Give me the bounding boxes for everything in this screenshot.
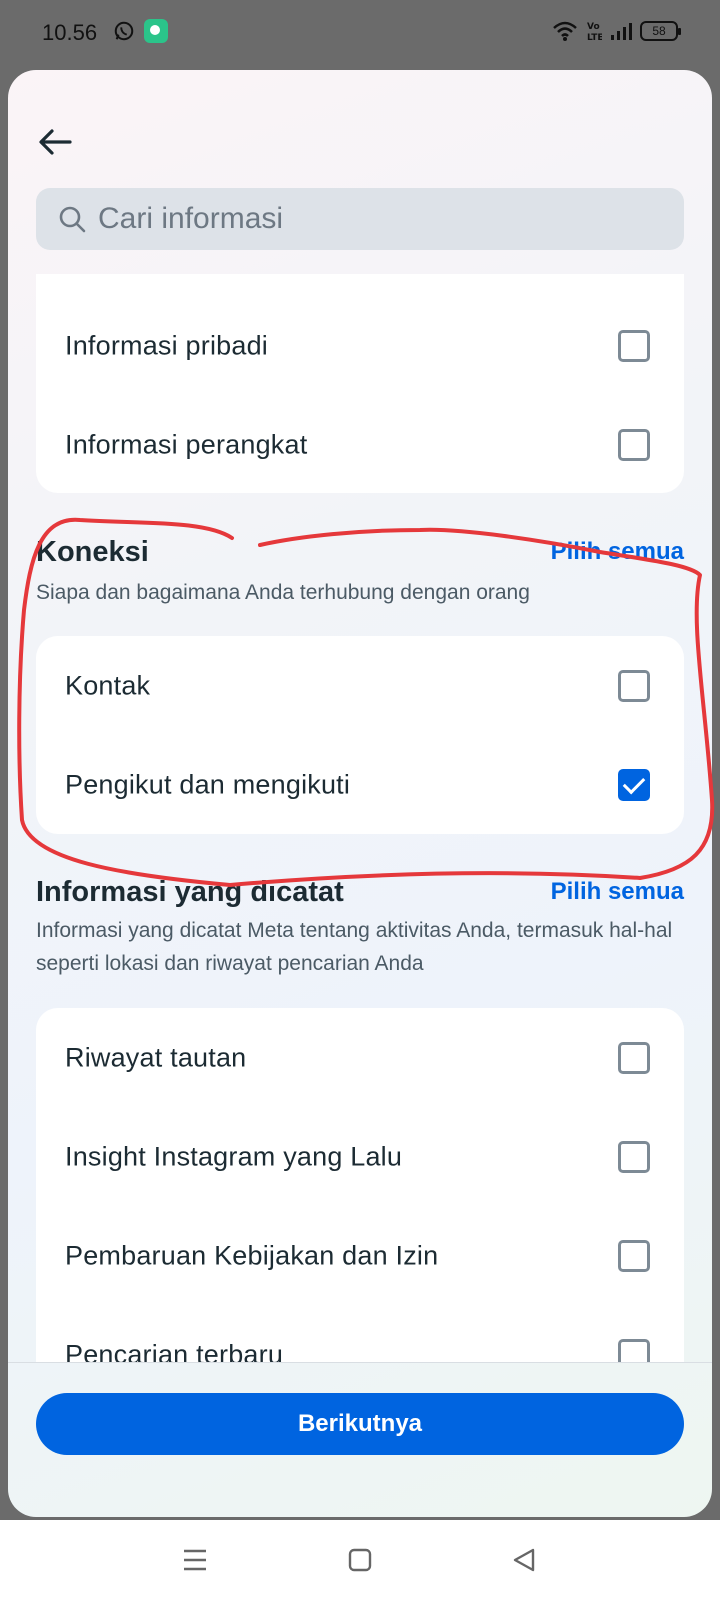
- logged-info-card: Riwayat tautan Insight Instagram yang La…: [36, 1008, 684, 1362]
- checkbox[interactable]: [618, 1240, 650, 1272]
- home-icon[interactable]: [340, 1542, 380, 1578]
- search-icon: [59, 206, 86, 233]
- checkbox[interactable]: [618, 1141, 650, 1173]
- checkbox[interactable]: [618, 330, 650, 362]
- signal-icon: [611, 23, 632, 40]
- app-notification-icon: [144, 19, 168, 43]
- search-input[interactable]: Cari informasi: [36, 188, 684, 250]
- personal-info-card: Informasi pribadi Informasi perangkat: [36, 274, 684, 493]
- svg-text:Vo: Vo: [587, 22, 600, 32]
- arrow-left-icon[interactable]: [36, 126, 76, 158]
- next-button[interactable]: Berikutnya: [36, 1393, 684, 1455]
- status-time: 10.56: [42, 20, 98, 45]
- back-triangle-icon[interactable]: [505, 1542, 545, 1578]
- list-item[interactable]: Riwayat tautan: [36, 1008, 684, 1108]
- list-item[interactable]: Informasi perangkat: [36, 395, 684, 495]
- whatsapp-icon: [114, 21, 134, 41]
- search-placeholder: Cari informasi: [98, 202, 284, 235]
- status-bar: 10.56 Vo LTE 58: [0, 0, 720, 64]
- status-icons: Vo LTE 58: [552, 18, 681, 44]
- koneksi-card: Kontak Pengikut dan mengikuti: [36, 636, 684, 834]
- item-label: Kontak: [65, 670, 151, 701]
- wifi-icon: [553, 21, 577, 41]
- section-title-koneksi: Koneksi: [36, 536, 149, 568]
- item-label: Riwayat tautan: [65, 1042, 247, 1073]
- checkbox-checked[interactable]: [618, 769, 650, 801]
- item-label: Informasi perangkat: [65, 429, 308, 460]
- checkbox[interactable]: [618, 1339, 650, 1362]
- bottom-sheet: Cari informasi Informasi pribadi Informa…: [8, 70, 712, 1517]
- section-desc-logged: Informasi yang dicatat Meta tentang akti…: [36, 919, 673, 975]
- item-label: Pengikut dan mengikuti: [65, 769, 351, 800]
- item-label: Pencarian terbaru: [65, 1339, 284, 1363]
- checkbox[interactable]: [618, 429, 650, 461]
- select-all-koneksi-button[interactable]: Pilih semua: [551, 538, 684, 566]
- list-item[interactable]: Informasi pribadi: [36, 296, 684, 396]
- item-label: Informasi pribadi: [65, 330, 268, 361]
- section-desc-koneksi: Siapa dan bagaimana Anda terhubung denga…: [36, 581, 530, 604]
- list-item[interactable]: Pembaruan Kebijakan dan Izin: [36, 1206, 684, 1306]
- list-item[interactable]: Pencarian terbaru: [36, 1305, 684, 1362]
- list-item[interactable]: Insight Instagram yang Lalu: [36, 1107, 684, 1207]
- checkbox[interactable]: [618, 670, 650, 702]
- system-nav-bar: [0, 1520, 720, 1600]
- svg-text:LTE: LTE: [587, 33, 602, 42]
- section-title-logged: Informasi yang dicatat: [36, 876, 344, 908]
- battery-icon: 58: [640, 21, 681, 41]
- volte-icon: Vo LTE: [587, 22, 602, 42]
- item-label: Insight Instagram yang Lalu: [65, 1141, 403, 1172]
- checkbox[interactable]: [618, 1042, 650, 1074]
- select-all-logged-button[interactable]: Pilih semua: [551, 878, 684, 906]
- footer: Berikutnya: [8, 1362, 712, 1517]
- content-scroll[interactable]: Informasi pribadi Informasi perangkat Ko…: [8, 274, 712, 1362]
- list-item[interactable]: Pengikut dan mengikuti: [36, 735, 684, 835]
- list-item[interactable]: Kontak: [36, 636, 684, 736]
- menu-icon[interactable]: [175, 1542, 215, 1578]
- item-label: Pembaruan Kebijakan dan Izin: [65, 1240, 439, 1271]
